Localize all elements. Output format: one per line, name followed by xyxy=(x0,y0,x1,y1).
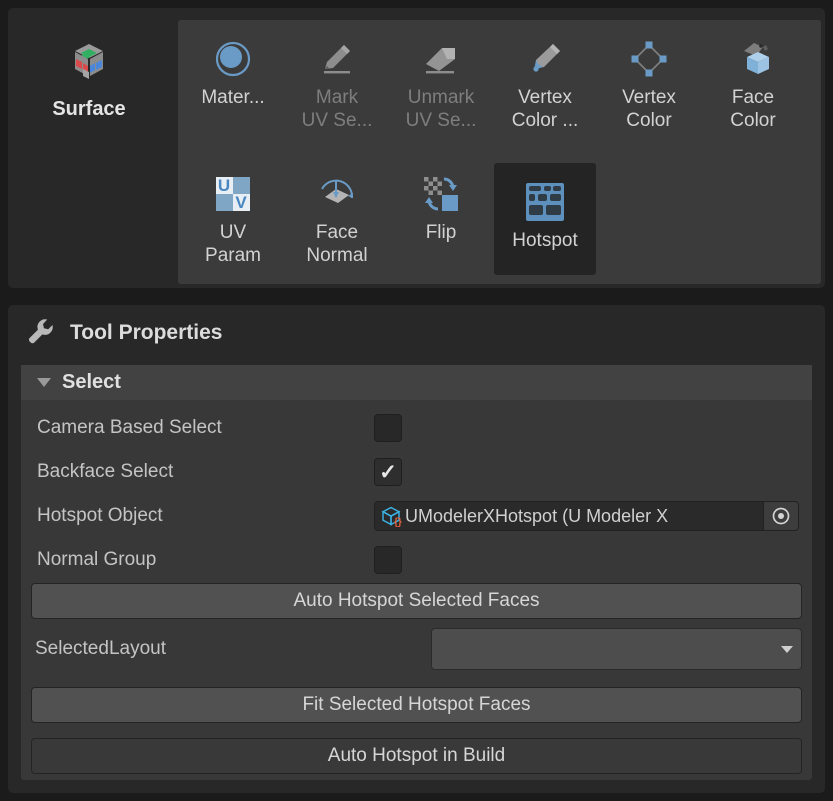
surface-tools-panel: Mater... Mark UV Se... Unmark UV Se... V… xyxy=(178,20,821,284)
auto-hotspot-in-build-button[interactable]: Auto Hotspot in Build xyxy=(31,738,802,774)
tool-uv-param[interactable]: U V UV Param xyxy=(182,163,284,267)
check-icon: ✓ xyxy=(379,460,397,484)
tool-label: Face Color xyxy=(730,87,776,131)
backface-select-label: Backface Select xyxy=(37,461,174,482)
tool-face-normal[interactable]: Face Normal xyxy=(286,163,388,267)
hotspot-grid-icon xyxy=(522,179,568,225)
rubiks-cube-icon xyxy=(61,36,117,92)
pencil-icon xyxy=(314,36,360,82)
triangle-down-icon xyxy=(37,378,51,387)
tool-label: Face Normal xyxy=(306,222,368,266)
marker-pen-icon xyxy=(522,36,568,82)
tool-hotspot[interactable]: Hotspot xyxy=(494,163,596,275)
tool-label: Hotspot xyxy=(512,230,578,251)
wrench-icon xyxy=(26,316,56,351)
tool-label: Mater... xyxy=(201,87,265,108)
tool-vertex-color-painter[interactable]: Vertex Color ... xyxy=(494,28,596,132)
row-hotspot-object: Hotspot Object {} UModelerXHotspot (U Mo… xyxy=(21,501,812,531)
fit-selected-hotspot-faces-button[interactable]: Fit Selected Hotspot Faces xyxy=(31,687,802,723)
face-normal-icon xyxy=(314,171,360,217)
target-picker-icon[interactable] xyxy=(763,502,798,530)
tool-unmark-uv-seam[interactable]: Unmark UV Se... xyxy=(390,28,492,132)
svg-text:V: V xyxy=(235,193,247,212)
camera-based-select-label: Camera Based Select xyxy=(37,417,222,438)
hotspot-object-value: UModelerXHotspot (U Modeler X xyxy=(405,505,669,526)
normal-group-label: Normal Group xyxy=(37,549,157,570)
section-header-select[interactable]: Select xyxy=(21,365,812,400)
row-normal-group: Normal Group ✓ xyxy=(21,545,812,575)
normal-group-checkbox[interactable]: ✓ xyxy=(374,546,402,574)
selected-layout-label: SelectedLayout xyxy=(35,638,166,659)
surface-toolbar-window: Surface Mater... Mark UV Se... Unmark UV… xyxy=(8,8,825,288)
row-backface-select: Backface Select ✓ xyxy=(21,457,812,487)
tool-mark-uv-seam[interactable]: Mark UV Se... xyxy=(286,28,388,132)
tool-label: Vertex Color ... xyxy=(511,87,579,131)
page-title: Tool Properties xyxy=(70,321,223,344)
tool-label: UV Param xyxy=(205,222,261,266)
section-title: Select xyxy=(62,371,121,393)
tool-label: Vertex Color xyxy=(622,87,676,131)
eraser-icon xyxy=(418,36,464,82)
tool-label: Flip xyxy=(425,222,457,243)
surface-label: Surface xyxy=(52,98,126,120)
tool-vertex-color[interactable]: Vertex Color xyxy=(598,28,700,132)
auto-hotspot-selected-faces-button[interactable]: Auto Hotspot Selected Faces xyxy=(31,583,802,619)
paint-bucket-cube-icon xyxy=(730,36,776,82)
backface-select-checkbox[interactable]: ✓ xyxy=(374,458,402,486)
svg-text:{}: {} xyxy=(394,517,402,527)
hotspot-object-field[interactable]: {} UModelerXHotspot (U Modeler X xyxy=(374,501,799,531)
selected-layout-dropdown[interactable] xyxy=(431,628,802,670)
tool-material[interactable]: Mater... xyxy=(182,28,284,109)
tool-face-color[interactable]: Face Color xyxy=(702,28,804,132)
hotspot-object-label: Hotspot Object xyxy=(37,505,163,526)
chevron-down-icon xyxy=(781,645,793,653)
svg-text:U: U xyxy=(218,176,230,195)
row-camera-based-select: Camera Based Select ✓ xyxy=(21,413,812,443)
tool-label: Unmark UV Se... xyxy=(405,87,477,131)
camera-based-select-checkbox[interactable]: ✓ xyxy=(374,414,402,442)
material-sphere-icon xyxy=(210,36,256,82)
tool-properties-window: Tool Properties Select Camera Based Sele… xyxy=(8,305,825,793)
tool-flip[interactable]: Flip xyxy=(390,163,492,244)
prefab-cube-icon: {} xyxy=(380,505,402,527)
tool-properties-header: Tool Properties xyxy=(8,305,825,361)
tool-properties-body: Select Camera Based Select ✓ Backface Se… xyxy=(21,365,812,780)
vertex-diamond-icon xyxy=(626,36,672,82)
uv-grid-icon: U V xyxy=(210,171,256,217)
flip-icon xyxy=(418,171,464,217)
tool-label: Mark UV Se... xyxy=(301,87,373,131)
surface-category[interactable]: Surface xyxy=(8,8,170,288)
